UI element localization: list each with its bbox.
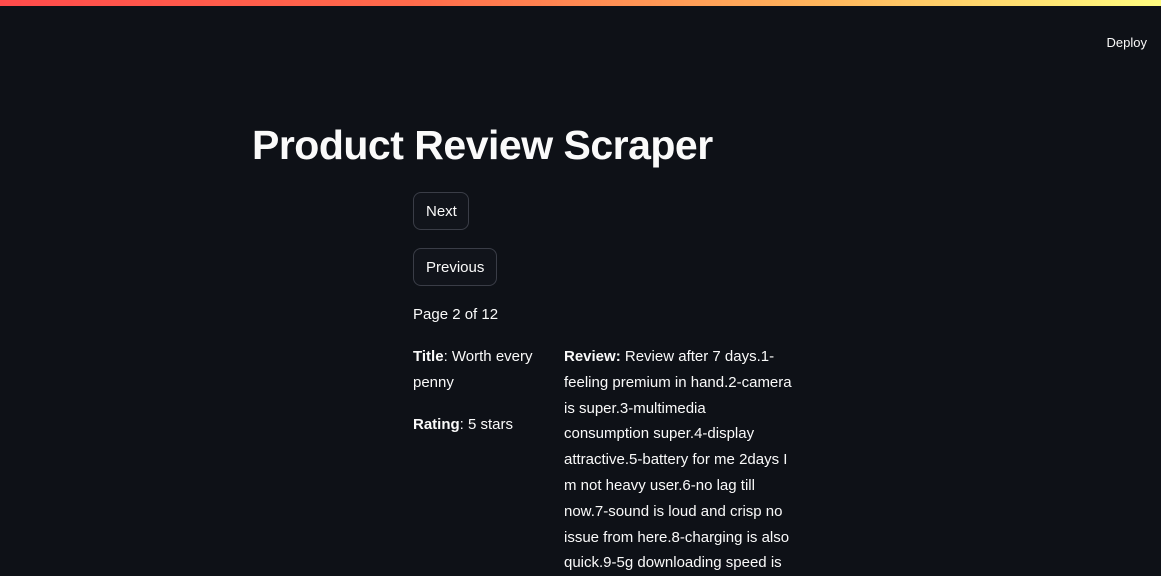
deploy-button[interactable]: Deploy [1107, 35, 1147, 50]
review-meta-column: Title: Worth every penny Rating: 5 stars [413, 344, 543, 454]
next-button[interactable]: Next [413, 192, 469, 230]
review-body-label: Review: [564, 348, 621, 365]
page-indicator: Page 2 of 12 [413, 306, 499, 323]
page-title: Product Review Scraper [252, 122, 713, 168]
review-title: Title: Worth every penny [413, 344, 543, 396]
previous-button[interactable]: Previous [413, 248, 497, 286]
app-header: Deploy [0, 6, 1161, 62]
review-rating: Rating: 5 stars [413, 412, 543, 438]
review-rating-value: : 5 stars [459, 416, 514, 433]
review-body-column: Review: Review after 7 days.1-feeling pr… [564, 344, 794, 576]
review-title-label: Title [413, 348, 444, 365]
review-body: Review: Review after 7 days.1-feeling pr… [564, 344, 794, 576]
review-rating-label: Rating [413, 416, 460, 433]
review-body-text: Review after 7 days.1-feeling premium in… [564, 348, 792, 572]
